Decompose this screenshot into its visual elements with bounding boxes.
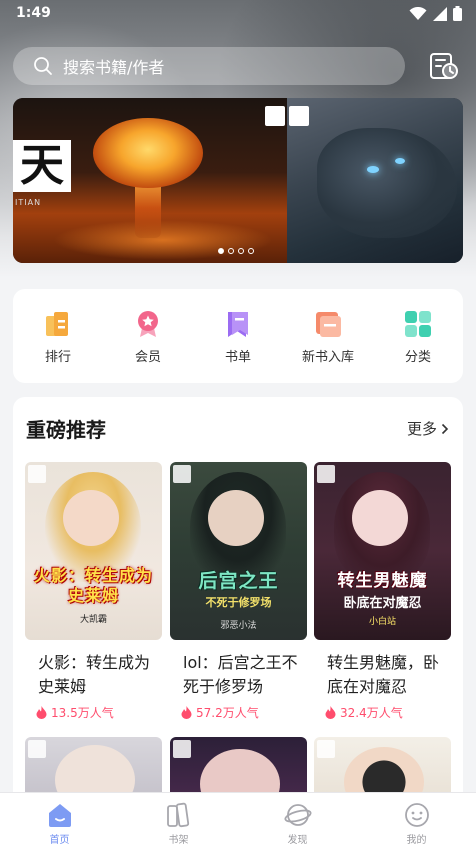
flame-icon [36, 706, 47, 719]
quick-menu-ranking[interactable]: 排行 [13, 289, 103, 383]
book-title: 火影：转生成为史莱姆 [38, 653, 151, 696]
carousel-dot [238, 248, 244, 254]
cover-character [63, 490, 119, 546]
book-popularity: 13.5万人气 [25, 704, 162, 721]
category-icon [405, 311, 431, 337]
carousel-indicator [218, 248, 254, 254]
home-icon [49, 804, 71, 827]
banner-subtitle: ITIAN [15, 198, 42, 207]
cover-title: 后宫之王 [198, 570, 279, 592]
quick-menu-new-books[interactable]: 新书入库 [283, 289, 373, 383]
dragon-illustration [317, 128, 457, 238]
quick-menu-label: 新书入库 [301, 350, 354, 365]
explosion-cloud [93, 118, 203, 188]
cover-title: 火影：转生成为史莱姆 [33, 566, 153, 605]
explosion-glow [53, 220, 273, 260]
cover-subtitle: 不死于修罗场 [205, 596, 272, 609]
search-icon [34, 57, 52, 75]
history-icon [430, 53, 458, 79]
cover-author: 小白站 [368, 617, 396, 627]
quick-menu-label: 会员 [134, 350, 161, 365]
dragon-eye [367, 166, 379, 173]
banner-logo [265, 106, 285, 126]
quick-menu-member[interactable]: 会员 [103, 289, 193, 383]
booklist-icon [228, 312, 248, 337]
carousel-dot [228, 248, 234, 254]
section-title: 重磅推荐 [26, 418, 106, 442]
publisher-logo [173, 740, 191, 758]
book-card[interactable]: 火影：转生成为史莱姆 大凯霸 火影：转生成为史莱姆 13.5万人气 [25, 462, 162, 721]
quick-menu: 排行 会员 书单 新书入库 分类 [13, 289, 463, 383]
nav-label: 我的 [406, 835, 427, 846]
nav-home[interactable]: 首页 [0, 793, 119, 846]
publisher-logo [28, 740, 46, 758]
search-input[interactable]: 搜索书籍/作者 [13, 47, 405, 85]
cover-author: 大凯霸 [79, 615, 107, 625]
popularity-value: 32.4万人气 [340, 706, 403, 720]
cover-subtitle: 卧底在对魔忍 [343, 596, 422, 611]
battery-icon [453, 6, 462, 21]
nav-profile[interactable]: 我的 [357, 793, 476, 846]
recommend-section: 重磅推荐 更多 火影：转生成为史莱姆 大凯霸 火影：转生成为史莱姆 13.5万人… [13, 397, 463, 817]
nav-label: 发现 [287, 835, 308, 846]
banner-slide-explosion[interactable]: 天 ITIAN [13, 98, 287, 263]
chevron-right-icon [441, 423, 449, 434]
publisher-logo [173, 465, 191, 483]
book-cover[interactable]: 后宫之王 不死于修罗场 邪恶小法 [170, 462, 307, 640]
book-title: 转生男魅魔，卧底在对魔忍 [327, 653, 440, 696]
discover-icon [284, 804, 312, 826]
quick-menu-label: 分类 [404, 350, 431, 365]
nav-label: 首页 [49, 835, 70, 846]
popularity-value: 57.2万人气 [196, 706, 259, 720]
quick-menu-booklist[interactable]: 书单 [193, 289, 283, 383]
cover-character [208, 490, 264, 546]
flame-icon [325, 706, 336, 719]
ranking-icon [46, 312, 68, 336]
wifi-icon [409, 6, 427, 20]
banner-title: 天 [13, 140, 71, 192]
quick-menu-category[interactable]: 分类 [373, 289, 463, 383]
cover-character [352, 490, 408, 546]
book-card[interactable]: 后宫之王 不死于修罗场 邪恶小法 lol：后宫之王不死于修罗场 57.2万人气 [170, 462, 307, 721]
banner-carousel[interactable]: 天 ITIAN [13, 98, 463, 263]
carousel-dot-active [218, 248, 224, 254]
new-books-icon [316, 312, 341, 337]
search-placeholder: 搜索书籍/作者 [63, 58, 165, 77]
reading-history-button[interactable] [428, 50, 460, 82]
popularity-value: 13.5万人气 [51, 706, 114, 720]
nav-bookshelf[interactable]: 书架 [119, 793, 238, 846]
nav-label: 书架 [168, 835, 189, 846]
publisher-logo [317, 465, 335, 483]
status-icons [409, 6, 462, 21]
status-time: 1:49 [16, 5, 51, 21]
signal-icon [433, 6, 447, 21]
bookshelf-icon [167, 802, 190, 828]
book-card[interactable]: 转生男魅魔 卧底在对魔忍 小白站 转生男魅魔，卧底在对魔忍 32.4万人气 [314, 462, 451, 721]
dragon-eye [395, 158, 405, 164]
more-link[interactable]: 更多 [407, 418, 449, 439]
publisher-logo [28, 465, 46, 483]
book-popularity: 32.4万人气 [314, 704, 451, 721]
banner-logo [289, 106, 309, 126]
bottom-navigation: 首页 书架 发现 我的 [0, 792, 476, 846]
nav-discover[interactable]: 发现 [238, 793, 357, 846]
more-label: 更多 [406, 420, 437, 438]
cover-author: 邪恶小法 [220, 621, 257, 631]
flame-icon [181, 706, 192, 719]
status-bar: 1:49 [0, 0, 476, 28]
book-popularity: 57.2万人气 [170, 704, 307, 721]
cover-title: 转生男魅魔 [337, 571, 428, 591]
banner-slide-dragon[interactable] [287, 98, 463, 263]
publisher-logo [317, 740, 335, 758]
book-cover[interactable]: 火影：转生成为史莱姆 大凯霸 [25, 462, 162, 640]
book-cover[interactable]: 转生男魅魔 卧底在对魔忍 小白站 [314, 462, 451, 640]
book-title: lol：后宫之王不死于修罗场 [183, 653, 298, 696]
quick-menu-label: 排行 [44, 350, 71, 365]
quick-menu-label: 书单 [224, 350, 251, 365]
profile-icon [405, 803, 429, 827]
member-icon [138, 311, 158, 337]
carousel-dot [248, 248, 254, 254]
